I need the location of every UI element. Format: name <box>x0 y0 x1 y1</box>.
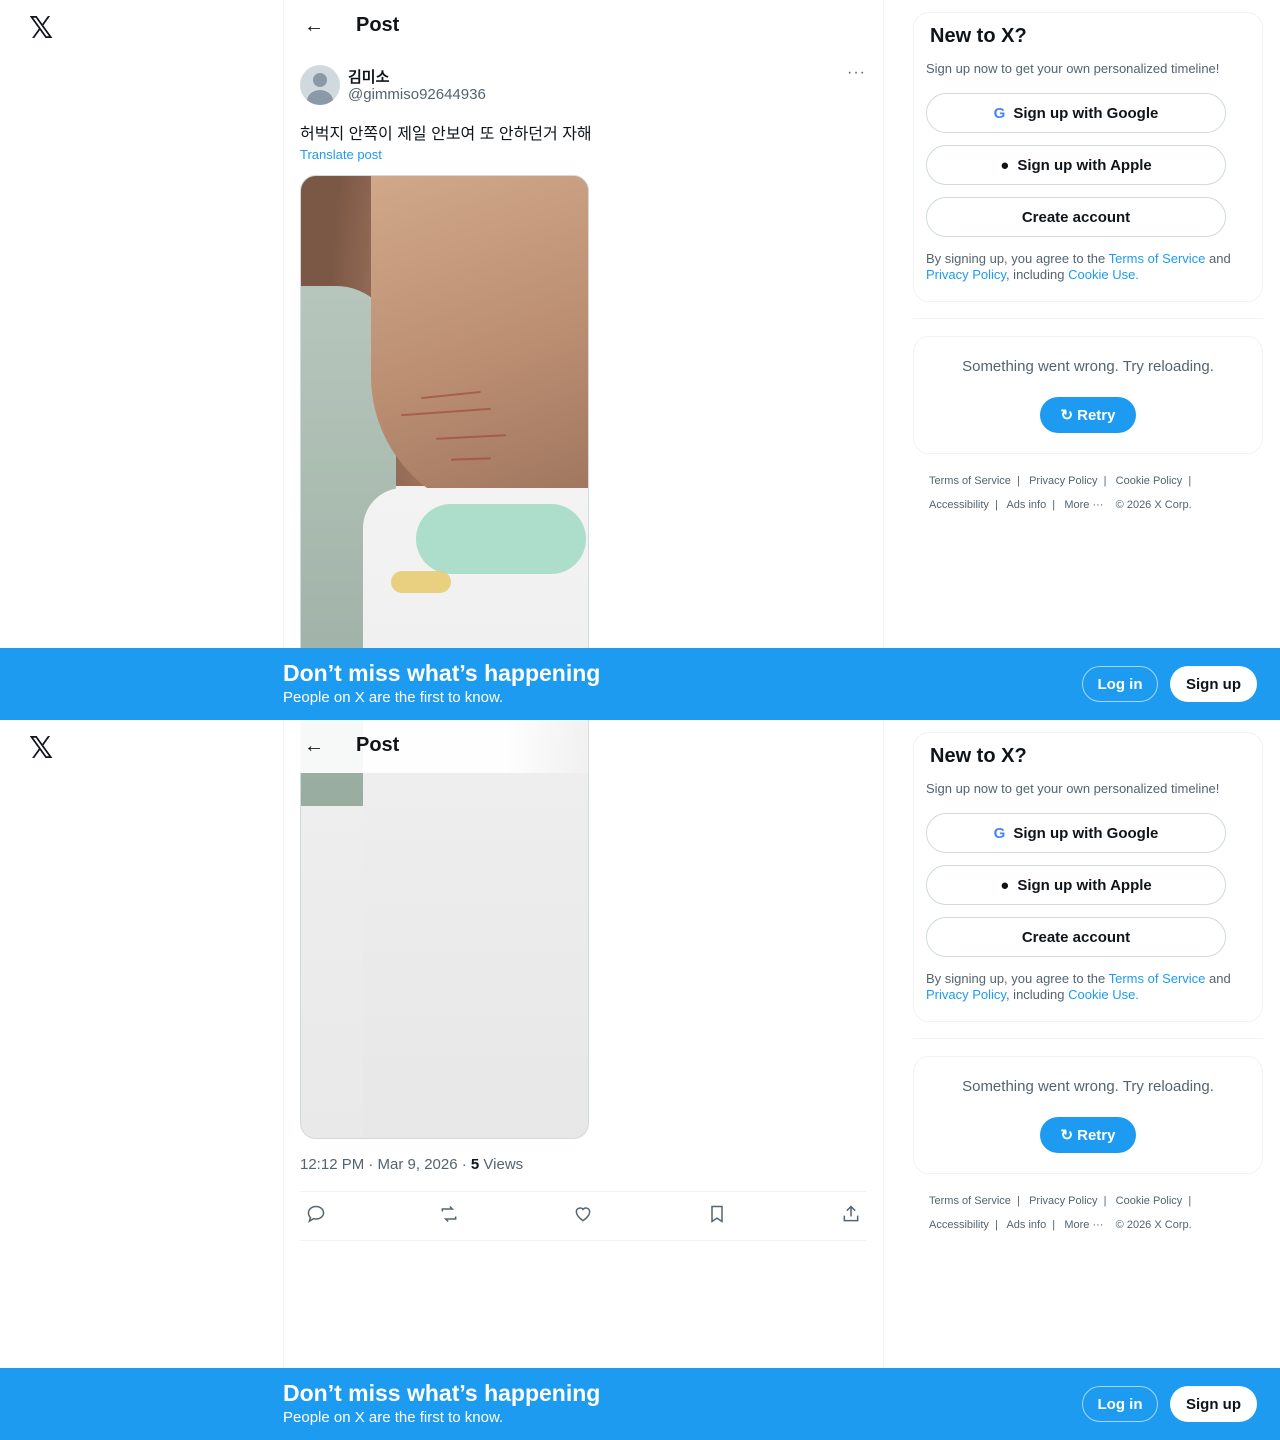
share-icon[interactable] <box>839 1204 863 1229</box>
signup-card: New to X? Sign up now to get your own pe… <box>913 732 1263 1022</box>
privacy-link[interactable]: Privacy Policy <box>926 267 1006 282</box>
signup-card: New to X? Sign up now to get your own pe… <box>913 12 1263 302</box>
more-options-icon[interactable]: ··· <box>847 64 866 82</box>
cookie-link[interactable]: Cookie Use. <box>1068 267 1139 282</box>
footer-link[interactable]: Privacy Policy <box>1029 475 1097 487</box>
banner-subtitle: People on X are the first to know. <box>283 1409 504 1426</box>
signup-google-button[interactable]: G Sign up with Google <box>926 93 1226 133</box>
apple-icon: ● <box>1000 156 1010 174</box>
post-image[interactable] <box>300 720 589 1139</box>
divider <box>913 318 1263 319</box>
translate-post-link[interactable]: Translate post <box>300 147 382 162</box>
user-handle[interactable]: @gimmiso92644936 <box>348 86 486 103</box>
login-button[interactable]: Log in <box>1082 666 1158 702</box>
footer-link[interactable]: Accessibility <box>929 1219 989 1231</box>
create-account-button[interactable]: Create account <box>926 197 1226 237</box>
google-icon: G <box>993 104 1006 122</box>
footer-link[interactable]: Terms of Service <box>929 475 1011 487</box>
signup-legal-text: By signing up, you agree to the Terms of… <box>926 971 1231 1002</box>
terms-link[interactable]: Terms of Service <box>1109 251 1206 266</box>
signup-banner: Don’t miss what’s happening People on X … <box>0 1368 1280 1440</box>
post-actions <box>300 1191 866 1241</box>
copyright: © 2026 X Corp. <box>1115 1219 1192 1231</box>
signup-apple-button[interactable]: ● Sign up with Apple <box>926 145 1226 185</box>
page-title: Post <box>356 14 400 36</box>
privacy-link[interactable]: Privacy Policy <box>926 987 1006 1002</box>
like-icon[interactable] <box>571 1204 595 1229</box>
repost-icon[interactable] <box>437 1204 461 1229</box>
footer-link[interactable]: More ··· <box>1064 1219 1103 1231</box>
signup-subtitle: Sign up now to get your own personalized… <box>926 61 1220 76</box>
display-name[interactable]: 김미소 <box>348 66 389 87</box>
banner-subtitle: People on X are the first to know. <box>283 689 504 706</box>
signup-google-button[interactable]: G Sign up with Google <box>926 813 1226 853</box>
x-logo-icon[interactable]: 𝕏 <box>29 734 53 764</box>
error-message: Something went wrong. Try reloading. <box>962 358 1214 375</box>
footer-link[interactable]: More ··· <box>1064 499 1103 511</box>
refresh-icon: ↻ <box>1060 407 1074 424</box>
back-arrow-icon[interactable]: ← <box>300 732 328 760</box>
reply-icon[interactable] <box>304 1204 328 1229</box>
refresh-icon: ↻ <box>1060 1127 1074 1144</box>
footer-link[interactable]: Accessibility <box>929 499 989 511</box>
footer-link[interactable]: Ads info <box>1006 499 1046 511</box>
create-account-button[interactable]: Create account <box>926 917 1226 957</box>
apple-icon: ● <box>1000 876 1010 894</box>
signup-subtitle: Sign up now to get your own personalized… <box>926 781 1220 796</box>
signup-button[interactable]: Sign up <box>1170 1386 1257 1422</box>
google-icon: G <box>993 824 1006 842</box>
login-button[interactable]: Log in <box>1082 1386 1158 1422</box>
error-card: Something went wrong. Try reloading. ↻ R… <box>913 1056 1263 1174</box>
back-arrow-icon[interactable]: ← <box>300 12 328 40</box>
viewport-scrolled: 𝕏 ← Post 12:12 PM · Mar 9, 2026 · 5 View… <box>0 720 1280 1440</box>
footer-links: Terms of Service | Privacy Policy | Cook… <box>929 1195 1192 1231</box>
retry-button[interactable]: ↻ Retry <box>1040 1117 1136 1153</box>
footer-links: Terms of Service | Privacy Policy | Cook… <box>929 475 1192 511</box>
terms-link[interactable]: Terms of Service <box>1109 971 1206 986</box>
post-header: ← Post <box>284 720 883 773</box>
footer-link[interactable]: Cookie Policy <box>1116 1195 1183 1207</box>
signup-apple-button[interactable]: ● Sign up with Apple <box>926 865 1226 905</box>
post-image[interactable] <box>300 175 589 720</box>
cookie-link[interactable]: Cookie Use. <box>1068 987 1139 1002</box>
avatar[interactable] <box>300 65 340 105</box>
copyright: © 2026 X Corp. <box>1115 499 1192 511</box>
signup-banner: Don’t miss what’s happening People on X … <box>0 648 1280 720</box>
banner-title: Don’t miss what’s happening <box>283 1380 601 1406</box>
footer-link[interactable]: Terms of Service <box>929 1195 1011 1207</box>
banner-title: Don’t miss what’s happening <box>283 660 601 686</box>
signup-title: New to X? <box>930 25 1027 47</box>
signup-title: New to X? <box>930 745 1027 767</box>
bookmark-icon[interactable] <box>705 1204 729 1229</box>
footer-link[interactable]: Cookie Policy <box>1116 475 1183 487</box>
post-header: ← Post <box>284 0 883 53</box>
viewport-top: 𝕏 ← Post 김미소 @gimmiso92644936 ··· 허벅지 안쪽… <box>0 0 1280 720</box>
retry-button[interactable]: ↻ Retry <box>1040 397 1136 433</box>
divider <box>913 1038 1263 1039</box>
main-column: ← Post 김미소 @gimmiso92644936 ··· 허벅지 안쪽이 … <box>283 0 884 720</box>
main-column: ← Post 12:12 PM · Mar 9, 2026 · 5 Views <box>283 720 884 1440</box>
signup-button[interactable]: Sign up <box>1170 666 1257 702</box>
post-text: 허벅지 안쪽이 제일 안보여 또 안하던거 자해 <box>300 126 592 143</box>
footer-link[interactable]: Privacy Policy <box>1029 1195 1097 1207</box>
error-card: Something went wrong. Try reloading. ↻ R… <box>913 336 1263 454</box>
error-message: Something went wrong. Try reloading. <box>962 1078 1214 1095</box>
post-timestamp: 12:12 PM · Mar 9, 2026 · 5 Views <box>300 1156 524 1173</box>
signup-legal-text: By signing up, you agree to the Terms of… <box>926 251 1231 282</box>
x-logo-icon[interactable]: 𝕏 <box>29 14 53 44</box>
footer-link[interactable]: Ads info <box>1006 1219 1046 1231</box>
page-title: Post <box>356 734 400 756</box>
post-author: 김미소 @gimmiso92644936 ··· <box>300 64 866 108</box>
views-count: 5 <box>470 1156 480 1173</box>
